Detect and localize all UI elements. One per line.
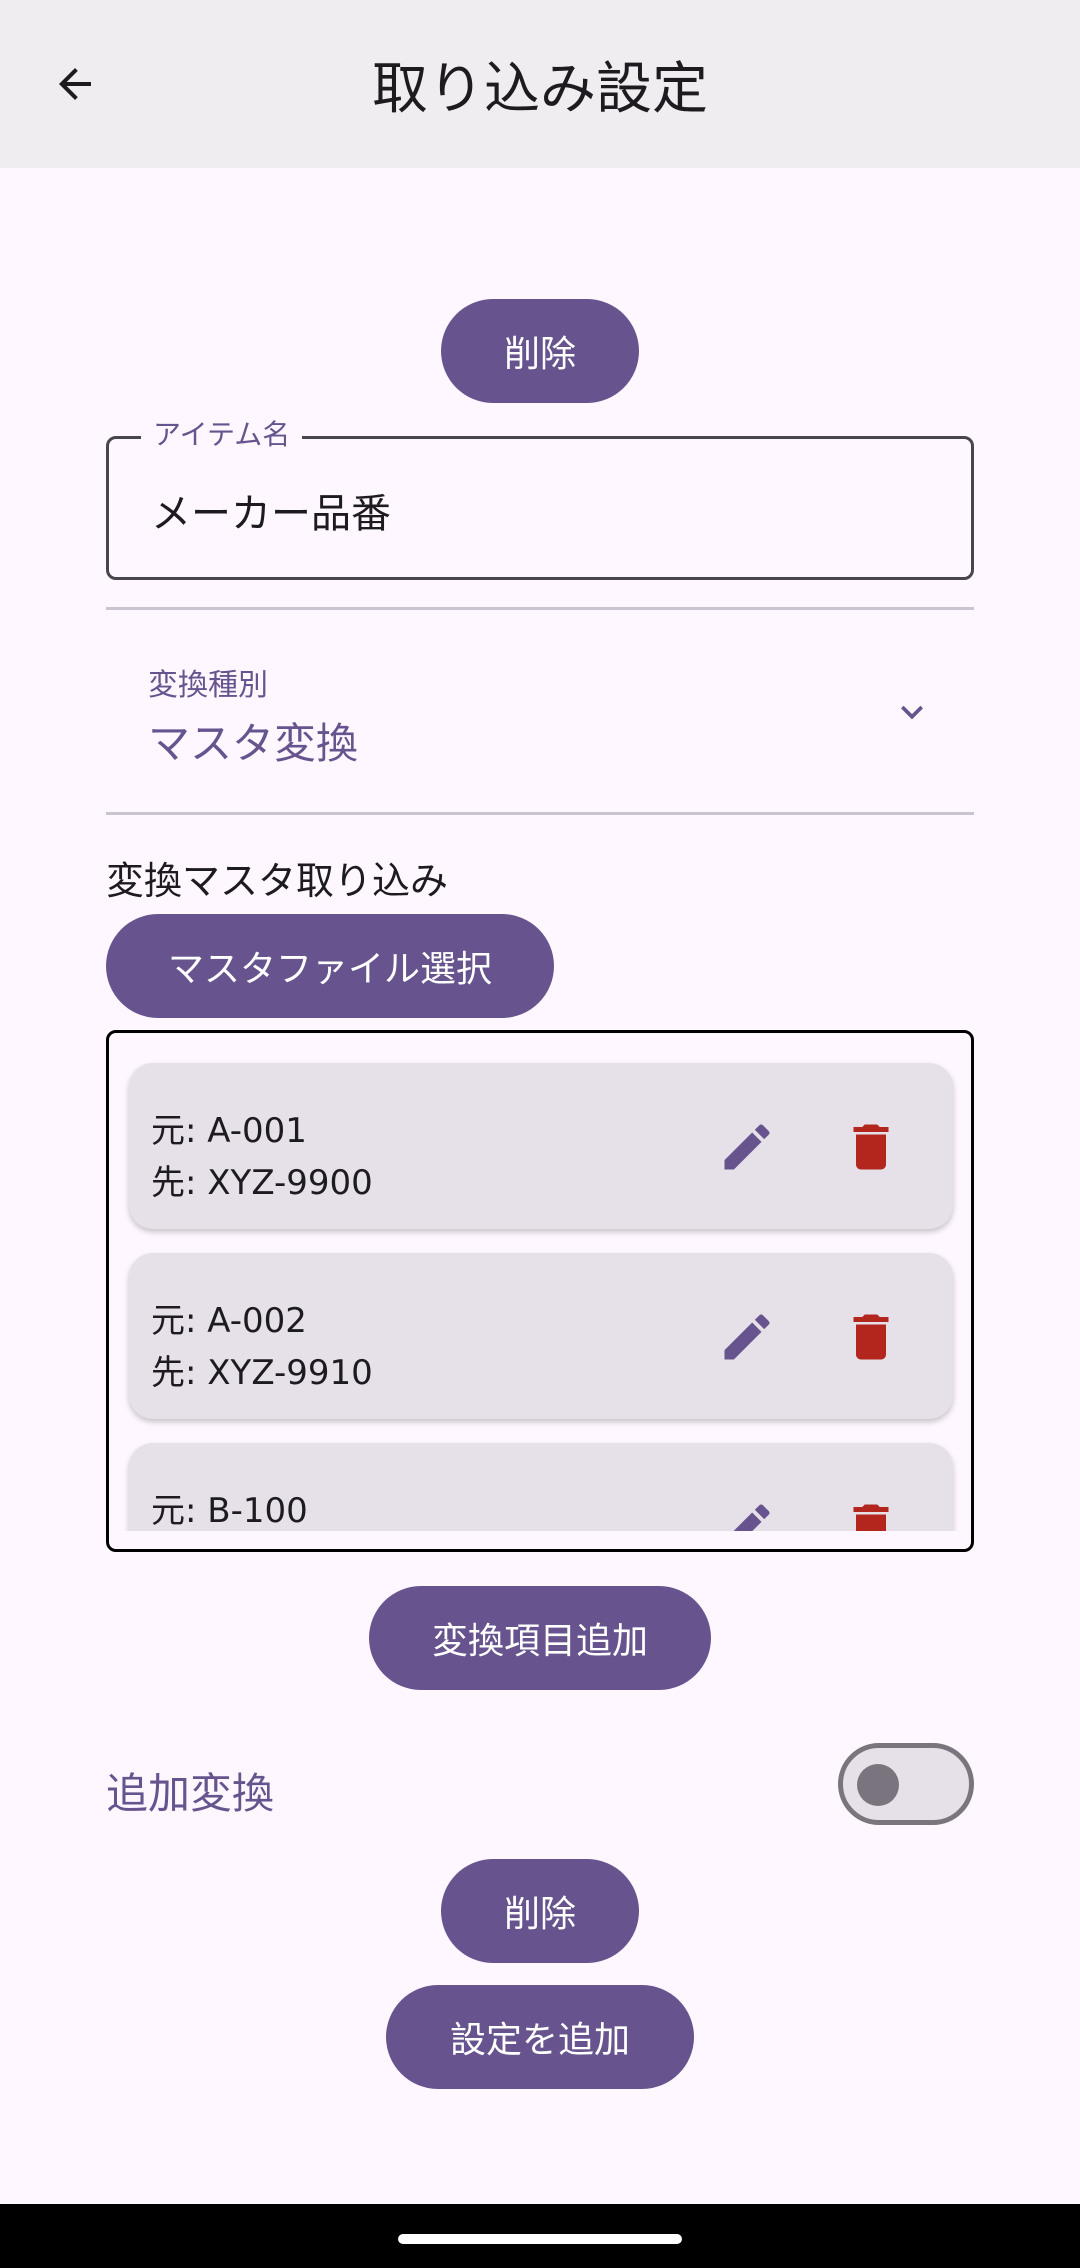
mapping-source: 元: A-001	[151, 1111, 307, 1151]
select-master-file-button[interactable]: マスタファイル選択	[106, 914, 554, 1018]
add-mapping-button[interactable]: 変換項目追加	[369, 1586, 711, 1690]
mapping-source: 元: A-002	[151, 1301, 307, 1341]
delete-icon[interactable]	[841, 1117, 901, 1177]
extra-conversion-switch[interactable]	[838, 1743, 974, 1825]
delete-icon[interactable]	[841, 1307, 901, 1367]
arrow-back-icon	[59, 68, 91, 100]
mapping-source: 元: B-100	[151, 1491, 308, 1531]
mapping-list[interactable]: 元: A-001 先: XYZ-9900 元: A-002 先: XYZ-991…	[106, 1030, 974, 1552]
page-title: 取り込み設定	[372, 56, 708, 122]
item-name-label: アイテム名	[141, 413, 303, 453]
mapping-card: 元: A-001 先: XYZ-9900	[129, 1063, 953, 1229]
edit-icon[interactable]	[717, 1307, 777, 1367]
gesture-handle[interactable]	[398, 2234, 682, 2244]
item-name-field[interactable]: アイテム名 メーカー品番	[106, 413, 974, 580]
item-name-value: メーカー品番	[151, 491, 391, 537]
extra-conversion-label: 追加変換	[106, 1769, 275, 1818]
chevron-down-icon[interactable]	[890, 690, 934, 734]
conversion-type-label: 変換種別	[148, 668, 268, 703]
system-navigation-bar	[0, 2204, 1080, 2268]
mapping-card: 元: B-100	[129, 1443, 953, 1531]
edit-icon[interactable]	[717, 1117, 777, 1177]
master-import-title: 変換マスタ取り込み	[106, 859, 449, 903]
add-setting-button[interactable]: 設定を追加	[386, 1985, 694, 2089]
delete-button-bottom[interactable]: 削除	[441, 1859, 639, 1963]
back-button[interactable]	[40, 44, 110, 124]
switch-thumb	[857, 1764, 899, 1806]
mapping-target: 先: XYZ-9910	[151, 1353, 373, 1393]
mapping-target: 先: XYZ-9900	[151, 1163, 373, 1203]
mapping-card: 元: A-002 先: XYZ-9910	[129, 1253, 953, 1419]
conversion-type-value: マスタ変換	[148, 719, 359, 768]
delete-icon[interactable]	[841, 1497, 901, 1531]
top-app-bar: 取り込み設定	[0, 0, 1080, 168]
edit-icon[interactable]	[717, 1497, 777, 1531]
delete-button-top[interactable]: 削除	[441, 299, 639, 403]
divider	[106, 812, 974, 815]
